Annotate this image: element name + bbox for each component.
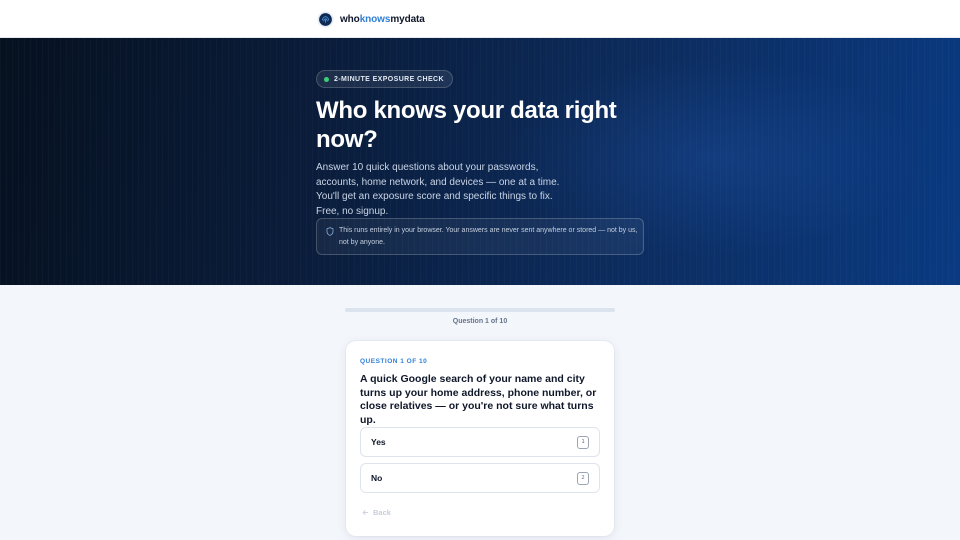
question-card: QUESTION 1 OF 10 A quick Google search o… [346, 341, 614, 536]
brand-wordmark: whoknowsmydata [340, 14, 425, 25]
hero-description: Answer 10 quick questions about your pas… [316, 162, 560, 217]
progress-label: Question 1 of 10 [452, 318, 508, 325]
badge-label: 2-MINUTE EXPOSURE CHECK [334, 75, 444, 83]
brand-part-mydata: mydata [390, 13, 425, 25]
brand-link[interactable]: whoknowsmydata [317, 10, 425, 28]
answer-option-yes[interactable]: Yes 1 [360, 427, 600, 457]
exposure-check-badge: 2-MINUTE EXPOSURE CHECK [316, 70, 453, 88]
privacy-notice: This runs entirely in your browser. Your… [316, 218, 644, 255]
fingerprint-shield-icon [317, 10, 334, 28]
page-title: Who knows your data right now? [316, 97, 617, 153]
question-text: A quick Google search of your name and c… [360, 373, 597, 426]
answer-option-label: No [371, 473, 383, 483]
arrow-left-icon [362, 510, 369, 515]
answer-option-label: Yes [371, 437, 386, 447]
keyboard-shortcut-badge: 2 [577, 472, 589, 485]
answer-option-no[interactable]: No 2 [360, 463, 600, 493]
keyboard-shortcut-badge: 1 [577, 436, 589, 449]
back-button-label: Back [373, 508, 391, 517]
question-counter: QUESTION 1 OF 10 [360, 358, 428, 365]
top-navigation-bar: whoknowsmydata [0, 0, 960, 38]
privacy-notice-text: This runs entirely in your browser. Your… [339, 227, 638, 246]
back-button[interactable]: Back [362, 508, 391, 517]
brand-part-who: who [340, 13, 360, 25]
status-dot-icon [324, 76, 329, 82]
brand-part-knows: knows [359, 13, 391, 25]
hero-section: 2-MINUTE EXPOSURE CHECK Who knows your d… [0, 38, 960, 285]
progress-bar [345, 308, 615, 312]
shield-icon [326, 227, 334, 236]
